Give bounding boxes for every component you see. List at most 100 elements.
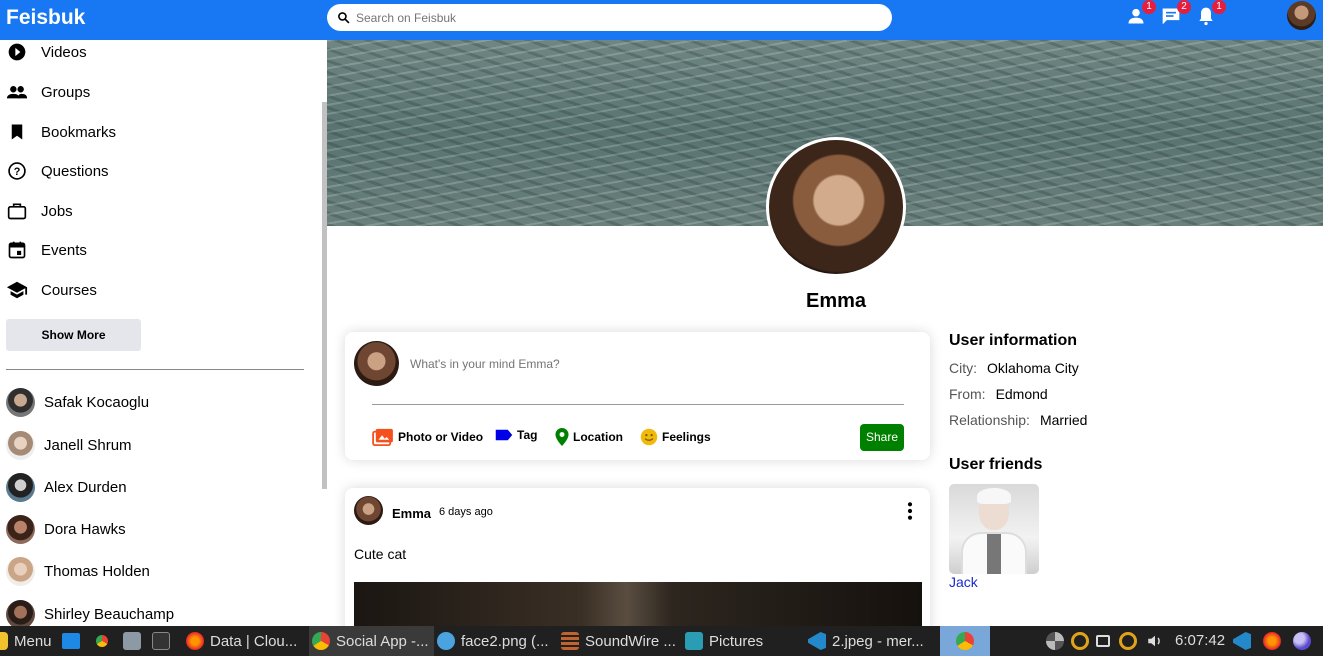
taskbar-item-label: Pictures [709, 632, 764, 650]
aperture-tray-icon[interactable] [1046, 632, 1064, 650]
info-key: From: [949, 386, 986, 402]
clock[interactable]: 6:07:42 [1175, 632, 1225, 649]
sidebar-item-events[interactable]: Events [6, 238, 87, 262]
friend-name: Dora Hawks [44, 521, 126, 538]
avatar [6, 515, 35, 544]
display-tray-icon[interactable] [1096, 635, 1110, 647]
user-information-title: User information [949, 332, 1078, 349]
notifications-badge: 1 [1212, 0, 1226, 14]
more-vert-icon[interactable] [903, 501, 917, 526]
sidebar: Videos Groups Bookmarks ? Questions Jobs… [0, 40, 327, 626]
friend-list-item[interactable]: Shirley Beauchamp [6, 600, 174, 626]
taskbar-item-label: 2.jpeg - mer... [832, 632, 924, 650]
tag-option[interactable]: Tag [495, 428, 537, 442]
friend-list-item[interactable]: Alex Durden [6, 473, 127, 502]
vscode-icon [808, 632, 826, 650]
share-card: What's in your mind Emma? Photo or Video… [345, 332, 930, 460]
friend-photo[interactable] [949, 484, 1039, 574]
friend-requests-badge: 1 [1142, 0, 1156, 14]
taskbar-item-social-app[interactable]: Social App -... [309, 626, 434, 656]
label-icon [495, 429, 513, 441]
files-launcher-icon[interactable] [123, 632, 141, 650]
taskbar-item-soundwire[interactable]: SoundWire ... [561, 626, 681, 656]
taskbar-item-data-cloud[interactable]: Data | Clou... [186, 626, 306, 656]
friend-name: Safak Kocaoglu [44, 394, 150, 411]
info-row-from: From: Edmond [949, 386, 1048, 402]
location-option[interactable]: Location [555, 428, 623, 446]
menu-icon [0, 632, 8, 650]
profile-picture [766, 137, 906, 277]
notifications-button[interactable]: 1 [1196, 0, 1226, 28]
messages-badge: 2 [1177, 0, 1191, 14]
calendar-icon [6, 239, 28, 261]
os-taskbar: Menu Data | Clou... Social App -... face… [0, 626, 1323, 656]
friend-list-item[interactable]: Safak Kocaoglu [6, 388, 149, 417]
sidebar-item-jobs[interactable]: Jobs [6, 199, 73, 223]
info-value: Married [1039, 412, 1088, 428]
sidebar-item-groups[interactable]: Groups [6, 80, 90, 104]
search-bar[interactable]: Search on Feisbuk [327, 4, 892, 31]
messages-button[interactable]: 2 [1161, 0, 1191, 28]
logo[interactable]: Feisbuk [6, 6, 85, 30]
info-key: City: [949, 360, 977, 376]
sidebar-item-label: Videos [41, 43, 87, 61]
sync-tray-icon[interactable] [1119, 632, 1137, 650]
search-input[interactable]: Search on Feisbuk [356, 11, 456, 25]
option-label: Tag [517, 428, 538, 442]
start-menu-button[interactable]: Menu [0, 626, 58, 656]
info-row-relationship: Relationship: Married [949, 412, 1087, 428]
friend-requests-button[interactable]: 1 [1126, 0, 1156, 28]
sidebar-item-label: Courses [41, 281, 97, 299]
menu-label: Menu [14, 632, 52, 650]
chrome-launcher-icon[interactable] [93, 632, 111, 650]
info-key: Relationship: [949, 412, 1030, 428]
sidebar-item-courses[interactable]: Courses [6, 278, 97, 302]
vscode-icon[interactable] [1233, 632, 1251, 650]
show-more-button[interactable]: Show More [6, 319, 141, 351]
sidebar-divider [6, 369, 304, 370]
option-label: Feelings [662, 430, 711, 444]
post-text: Cute cat [354, 546, 407, 562]
sidebar-item-videos[interactable]: Videos [6, 40, 87, 64]
post-username[interactable]: Emma [392, 506, 431, 521]
taskbar-item-2jpeg[interactable]: 2.jpeg - mer... [808, 626, 934, 656]
emoji-icon [640, 428, 658, 446]
folder-icon [685, 632, 703, 650]
sync-tray-icon[interactable] [1071, 632, 1089, 650]
app-tray-icon[interactable] [1293, 632, 1311, 650]
sidebar-item-questions[interactable]: ? Questions [6, 159, 109, 183]
terminal-launcher-icon[interactable] [152, 632, 170, 650]
taskbar-item-chrome-window[interactable] [940, 626, 990, 656]
post-card: Emma 6 days ago Cute cat [345, 488, 930, 642]
firefox-icon[interactable] [1263, 632, 1281, 650]
photo-video-option[interactable]: Photo or Video [372, 428, 483, 446]
friend-photo-shirt [987, 534, 1001, 574]
friend-name-link[interactable]: Jack [949, 574, 978, 590]
post-timestamp: 6 days ago [439, 506, 493, 518]
friend-list-item[interactable]: Janell Shrum [6, 431, 132, 460]
option-label: Photo or Video [398, 430, 484, 444]
location-pin-icon [555, 428, 569, 446]
top-bar: Feisbuk Search on Feisbuk 1 2 1 [0, 0, 1323, 40]
sidebar-item-label: Events [41, 241, 87, 259]
feelings-option[interactable]: Feelings [640, 428, 711, 446]
avatar[interactable] [1287, 1, 1316, 30]
friend-name: Thomas Holden [44, 563, 150, 580]
info-row-city: City: Oklahoma City [949, 360, 1079, 376]
taskbar-item-pictures[interactable]: Pictures [685, 626, 790, 656]
sidebar-item-bookmarks[interactable]: Bookmarks [6, 120, 116, 144]
share-button[interactable]: Share [860, 424, 904, 451]
avatar [354, 496, 383, 525]
friend-name: Shirley Beauchamp [44, 606, 175, 623]
friend-list-item[interactable]: Thomas Holden [6, 557, 150, 586]
bookmark-icon [6, 121, 28, 143]
search-icon [338, 12, 350, 24]
volume-icon[interactable] [1146, 632, 1164, 650]
soundwire-icon [561, 632, 579, 650]
sidebar-item-label: Jobs [41, 202, 73, 220]
taskbar-item-face2[interactable]: face2.png (... [437, 626, 555, 656]
friend-list-item[interactable]: Dora Hawks [6, 515, 126, 544]
show-desktop-icon[interactable] [62, 633, 80, 649]
chrome-icon [956, 632, 974, 650]
share-input[interactable]: What's in your mind Emma? [410, 357, 560, 371]
